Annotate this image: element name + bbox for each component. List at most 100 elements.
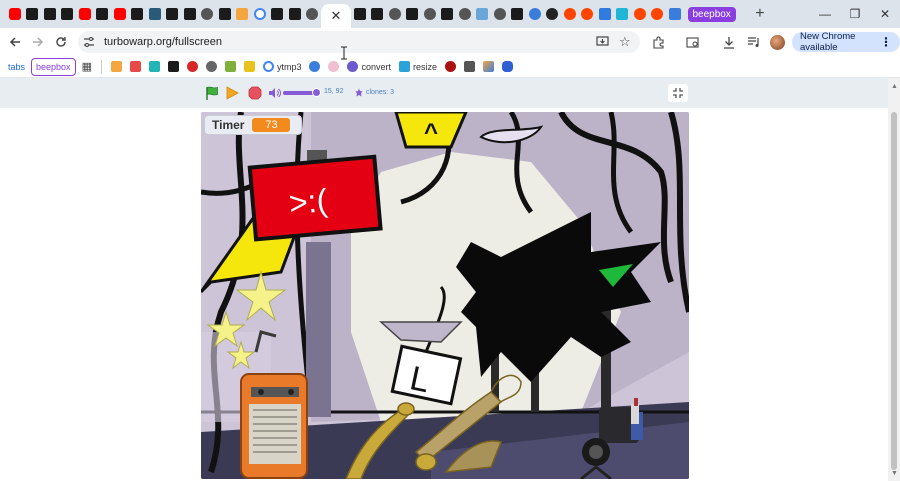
bookmark-green[interactable]	[221, 58, 240, 76]
tab-scratch[interactable]	[94, 0, 112, 28]
tab-scratch[interactable]	[181, 0, 199, 28]
bookmark-tabs[interactable]: tabs	[4, 58, 29, 76]
stage-scene: ^ >:( L	[201, 112, 689, 479]
tab-scratch[interactable]	[146, 0, 164, 28]
tab-scratch[interactable]	[129, 0, 147, 28]
tab-scratch[interactable]	[164, 0, 182, 28]
green-flag-button[interactable]	[205, 86, 219, 103]
scroll-down-arrow-icon[interactable]: ▼	[891, 470, 898, 477]
profile-avatar[interactable]	[764, 29, 790, 55]
tab-other[interactable]	[526, 0, 544, 28]
tab-turbowarp[interactable]	[421, 0, 439, 28]
site-info-icon[interactable]	[78, 37, 100, 47]
tab-other[interactable]	[666, 0, 684, 28]
stop-button[interactable]	[248, 86, 262, 103]
bookmark-star-icon[interactable]: ☆	[619, 34, 631, 50]
scratch-icon	[406, 8, 419, 20]
bookmark-resize[interactable]: resize	[395, 58, 441, 76]
tab-other[interactable]	[234, 0, 252, 28]
bookmark-beepbox[interactable]: beepbox	[31, 57, 76, 76]
bookmark-colorful[interactable]	[479, 58, 498, 76]
scroll-up-arrow-icon[interactable]: ▲	[891, 83, 898, 90]
minimize-button[interactable]: —	[810, 0, 840, 28]
tab-turbowarp[interactable]	[199, 0, 217, 28]
clone-icon	[355, 88, 363, 97]
restore-button[interactable]: ❐	[840, 0, 870, 28]
tab-youtube[interactable]	[6, 0, 24, 28]
timer-monitor: Timer 73	[204, 115, 302, 135]
tab-google[interactable]	[251, 0, 269, 28]
bookmark-film[interactable]	[460, 58, 479, 76]
tab-turbowarp[interactable]	[386, 0, 404, 28]
bookmark-blue-swirl[interactable]	[305, 58, 324, 76]
tab-youtube[interactable]	[76, 0, 94, 28]
tab-scratch[interactable]	[286, 0, 304, 28]
tab-beepbox[interactable]: beepbox	[684, 0, 740, 28]
tab-reddit[interactable]	[631, 0, 649, 28]
bookmark-teal[interactable]	[145, 58, 164, 76]
downloads-button[interactable]	[716, 29, 742, 55]
bookmark-red-circle[interactable]	[183, 58, 202, 76]
media-controls-button[interactable]	[740, 29, 766, 55]
tab-scratch[interactable]	[509, 0, 527, 28]
tab-search-button[interactable]	[680, 29, 706, 55]
scrollbar-thumb[interactable]	[891, 112, 897, 470]
exit-fullscreen-icon	[673, 88, 683, 98]
bookmark-gear[interactable]	[202, 58, 221, 76]
bookmark-scratch[interactable]	[164, 58, 183, 76]
blue-app-icon	[668, 8, 681, 20]
tab-other[interactable]	[544, 0, 562, 28]
tab-scratch[interactable]	[439, 0, 457, 28]
tab-turbowarp[interactable]	[304, 0, 322, 28]
bookmark-ytmp3[interactable]: ytmp3	[259, 58, 306, 76]
tab-scratch[interactable]	[404, 0, 422, 28]
tab-other[interactable]	[614, 0, 632, 28]
tab-reddit[interactable]	[579, 0, 597, 28]
update-chrome-button[interactable]: New Chrome available ⋮	[792, 31, 900, 53]
bookmark-separator	[100, 59, 102, 74]
page-scrollbar[interactable]: ▲ ▼	[888, 78, 900, 481]
scratch-icon	[218, 8, 231, 20]
tab-scratch[interactable]	[24, 0, 42, 28]
close-window-button[interactable]: ✕	[870, 0, 900, 28]
tab-reddit[interactable]	[649, 0, 667, 28]
volume-slider-thumb[interactable]	[312, 88, 321, 97]
tab-other[interactable]	[596, 0, 614, 28]
tab-scratch[interactable]	[351, 0, 369, 28]
tab-active-turbowarp[interactable]: ✕	[321, 4, 351, 28]
tab-reddit[interactable]	[561, 0, 579, 28]
bookmark-apps[interactable]: ▦	[78, 58, 96, 76]
bookmark-convert[interactable]: convert	[343, 58, 395, 76]
close-tab-icon[interactable]: ✕	[331, 8, 342, 24]
tab-other[interactable]	[474, 0, 492, 28]
reload-button[interactable]	[48, 29, 74, 55]
bookmark-yellow[interactable]	[240, 58, 259, 76]
turbowarp-icon	[458, 8, 471, 20]
bookmark-red[interactable]	[126, 58, 145, 76]
youtube-icon	[8, 8, 21, 20]
address-bar[interactable]: turbowarp.org/fullscreen ☆	[78, 31, 640, 53]
tab-turbowarp[interactable]	[456, 0, 474, 28]
tab-scratch[interactable]	[369, 0, 387, 28]
tab-turbowarp[interactable]	[491, 0, 509, 28]
bookmark-label: resize	[413, 61, 438, 72]
tab-scratch[interactable]	[269, 0, 287, 28]
tab-scratch[interactable]	[41, 0, 59, 28]
tab-youtube[interactable]	[111, 0, 129, 28]
beepbox-tab-label: beepbox	[687, 6, 736, 22]
tab-scratch[interactable]	[216, 0, 234, 28]
fullscreen-exit-button[interactable]	[668, 84, 688, 102]
game-stage[interactable]: ^ >:( L Timer 73	[201, 112, 689, 479]
pause-button[interactable]	[226, 86, 239, 103]
avatar-icon	[769, 34, 785, 50]
bookmark-blue[interactable]	[498, 58, 517, 76]
tab-scratch[interactable]	[59, 0, 77, 28]
volume-slider[interactable]	[283, 88, 321, 97]
install-app-icon[interactable]	[596, 35, 609, 51]
volume-button[interactable]	[268, 87, 281, 102]
extensions-button[interactable]	[645, 29, 671, 55]
bookmark-dark-red[interactable]	[441, 58, 460, 76]
bookmark-orange[interactable]	[107, 58, 126, 76]
new-tab-button[interactable]: +	[750, 5, 770, 23]
bookmark-pink[interactable]	[324, 58, 343, 76]
